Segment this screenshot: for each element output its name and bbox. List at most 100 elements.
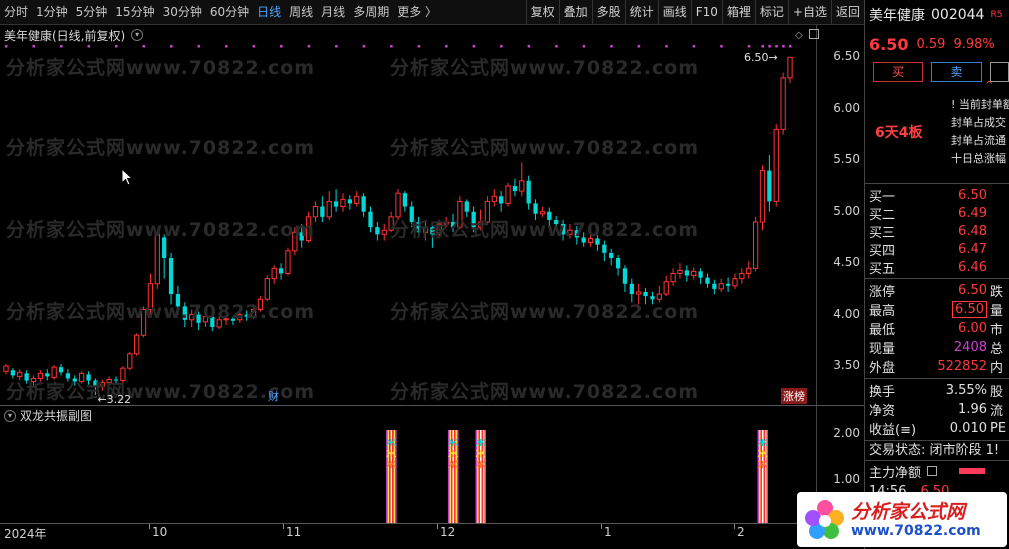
candle[interactable] <box>519 162 525 197</box>
candle[interactable] <box>636 283 642 305</box>
toolbar-button[interactable]: F10 <box>690 0 722 25</box>
candle[interactable] <box>767 155 772 212</box>
candle[interactable] <box>106 376 112 386</box>
buy-button[interactable]: 买 <box>873 62 924 82</box>
candle[interactable] <box>718 278 724 292</box>
candle[interactable] <box>244 310 249 321</box>
candle[interactable] <box>175 285 181 315</box>
candle[interactable] <box>746 261 752 279</box>
candle[interactable] <box>51 365 57 380</box>
candle[interactable] <box>354 191 360 207</box>
tab-period[interactable]: 60分钟 <box>206 0 253 25</box>
candle[interactable] <box>587 234 594 247</box>
candle[interactable] <box>533 199 538 220</box>
candle[interactable] <box>250 306 257 319</box>
toolbar-button[interactable]: 返回 <box>830 0 864 25</box>
candle[interactable] <box>643 287 648 305</box>
tab-period[interactable]: 15分钟 <box>111 0 158 25</box>
candle[interactable] <box>512 178 518 197</box>
candle[interactable] <box>202 312 209 327</box>
candle[interactable] <box>450 213 456 233</box>
candle[interactable] <box>333 189 339 212</box>
toolbar-button[interactable]: 叠加 <box>558 0 592 25</box>
candle[interactable] <box>189 309 195 328</box>
candle[interactable] <box>305 211 312 243</box>
candle[interactable] <box>670 268 676 286</box>
candle[interactable] <box>182 302 187 327</box>
candle[interactable] <box>140 306 147 338</box>
caret-up-icon[interactable]: ^ <box>985 80 993 91</box>
candle[interactable] <box>650 292 655 305</box>
candle[interactable] <box>264 275 270 302</box>
candle[interactable] <box>491 189 497 207</box>
candle[interactable] <box>162 234 167 279</box>
candle[interactable] <box>773 124 779 207</box>
tab-period[interactable]: 30分钟 <box>159 0 206 25</box>
candle[interactable] <box>381 224 387 241</box>
candle[interactable] <box>477 209 484 231</box>
candle[interactable] <box>45 369 50 381</box>
candle[interactable] <box>484 196 491 225</box>
chevron-down-icon[interactable]: ▾ <box>131 29 144 41</box>
candle[interactable] <box>684 265 689 282</box>
candle[interactable] <box>285 247 291 276</box>
candle[interactable] <box>622 265 628 292</box>
sub-chart-panel[interactable]: жжжжжжжжжжжж ▾ 双龙共振副图 2.00 1.00 <box>0 405 864 524</box>
candle[interactable] <box>698 268 703 284</box>
toolbar-button[interactable]: 标记 <box>754 0 788 25</box>
chevron-down-icon[interactable]: ▾ <box>4 409 16 422</box>
candle[interactable] <box>547 207 552 227</box>
toolbar-button[interactable]: +自选 <box>787 0 831 25</box>
candle[interactable] <box>168 252 174 305</box>
candle[interactable] <box>759 165 766 231</box>
candle[interactable] <box>471 206 476 233</box>
tab-period[interactable]: 5分钟 <box>72 0 112 25</box>
candle[interactable] <box>223 315 229 325</box>
candle[interactable] <box>656 285 662 303</box>
candle[interactable] <box>712 279 717 295</box>
candle[interactable] <box>230 316 236 325</box>
candle[interactable] <box>299 224 304 248</box>
tab-period[interactable]: 1分钟 <box>32 0 72 25</box>
main-chart-panel[interactable]: 美年健康(日线,前复权) ▾ 分析家公式网www.70822.com 分析家公式网… <box>0 25 864 406</box>
diamond-icon[interactable]: ◇ <box>795 30 803 41</box>
candle[interactable] <box>615 254 621 276</box>
candle[interactable] <box>609 248 614 266</box>
candle[interactable] <box>732 273 738 289</box>
candle[interactable] <box>120 366 126 383</box>
signal-chart[interactable]: жжжжжжжжжжжж <box>0 406 816 524</box>
candle[interactable] <box>58 364 64 376</box>
candle[interactable] <box>663 275 669 297</box>
candle[interactable] <box>312 201 319 222</box>
candle[interactable] <box>271 265 277 284</box>
candle[interactable] <box>196 311 201 331</box>
more-button[interactable] <box>989 62 1009 82</box>
candle[interactable] <box>37 370 44 382</box>
finance-badge[interactable]: 财 <box>268 388 279 404</box>
tab-period[interactable]: 周线 <box>285 0 317 25</box>
candle[interactable] <box>127 351 133 371</box>
candle[interactable] <box>361 193 366 217</box>
toolbar-button[interactable]: 箱裡 <box>721 0 755 25</box>
candle[interactable] <box>787 56 793 84</box>
candle[interactable] <box>581 232 586 247</box>
candle[interactable] <box>388 211 394 233</box>
toolbar-button[interactable]: 多股 <box>591 0 625 25</box>
candle[interactable] <box>113 376 119 385</box>
candle[interactable] <box>574 226 579 245</box>
candle[interactable] <box>99 379 105 391</box>
candle[interactable] <box>320 196 325 222</box>
candle[interactable] <box>705 273 710 288</box>
candle[interactable] <box>677 263 683 279</box>
candle[interactable] <box>86 371 91 385</box>
candle[interactable] <box>499 191 504 212</box>
tab-period[interactable]: 月线 <box>317 0 349 25</box>
candle[interactable] <box>443 216 449 228</box>
toolbar-button[interactable]: 复权 <box>525 0 559 25</box>
tab-period[interactable]: 日线 <box>253 0 285 25</box>
candle[interactable] <box>464 199 469 217</box>
candle[interactable] <box>24 370 29 384</box>
candle[interactable] <box>725 277 731 292</box>
candle[interactable] <box>368 206 373 233</box>
candle[interactable] <box>154 232 160 289</box>
